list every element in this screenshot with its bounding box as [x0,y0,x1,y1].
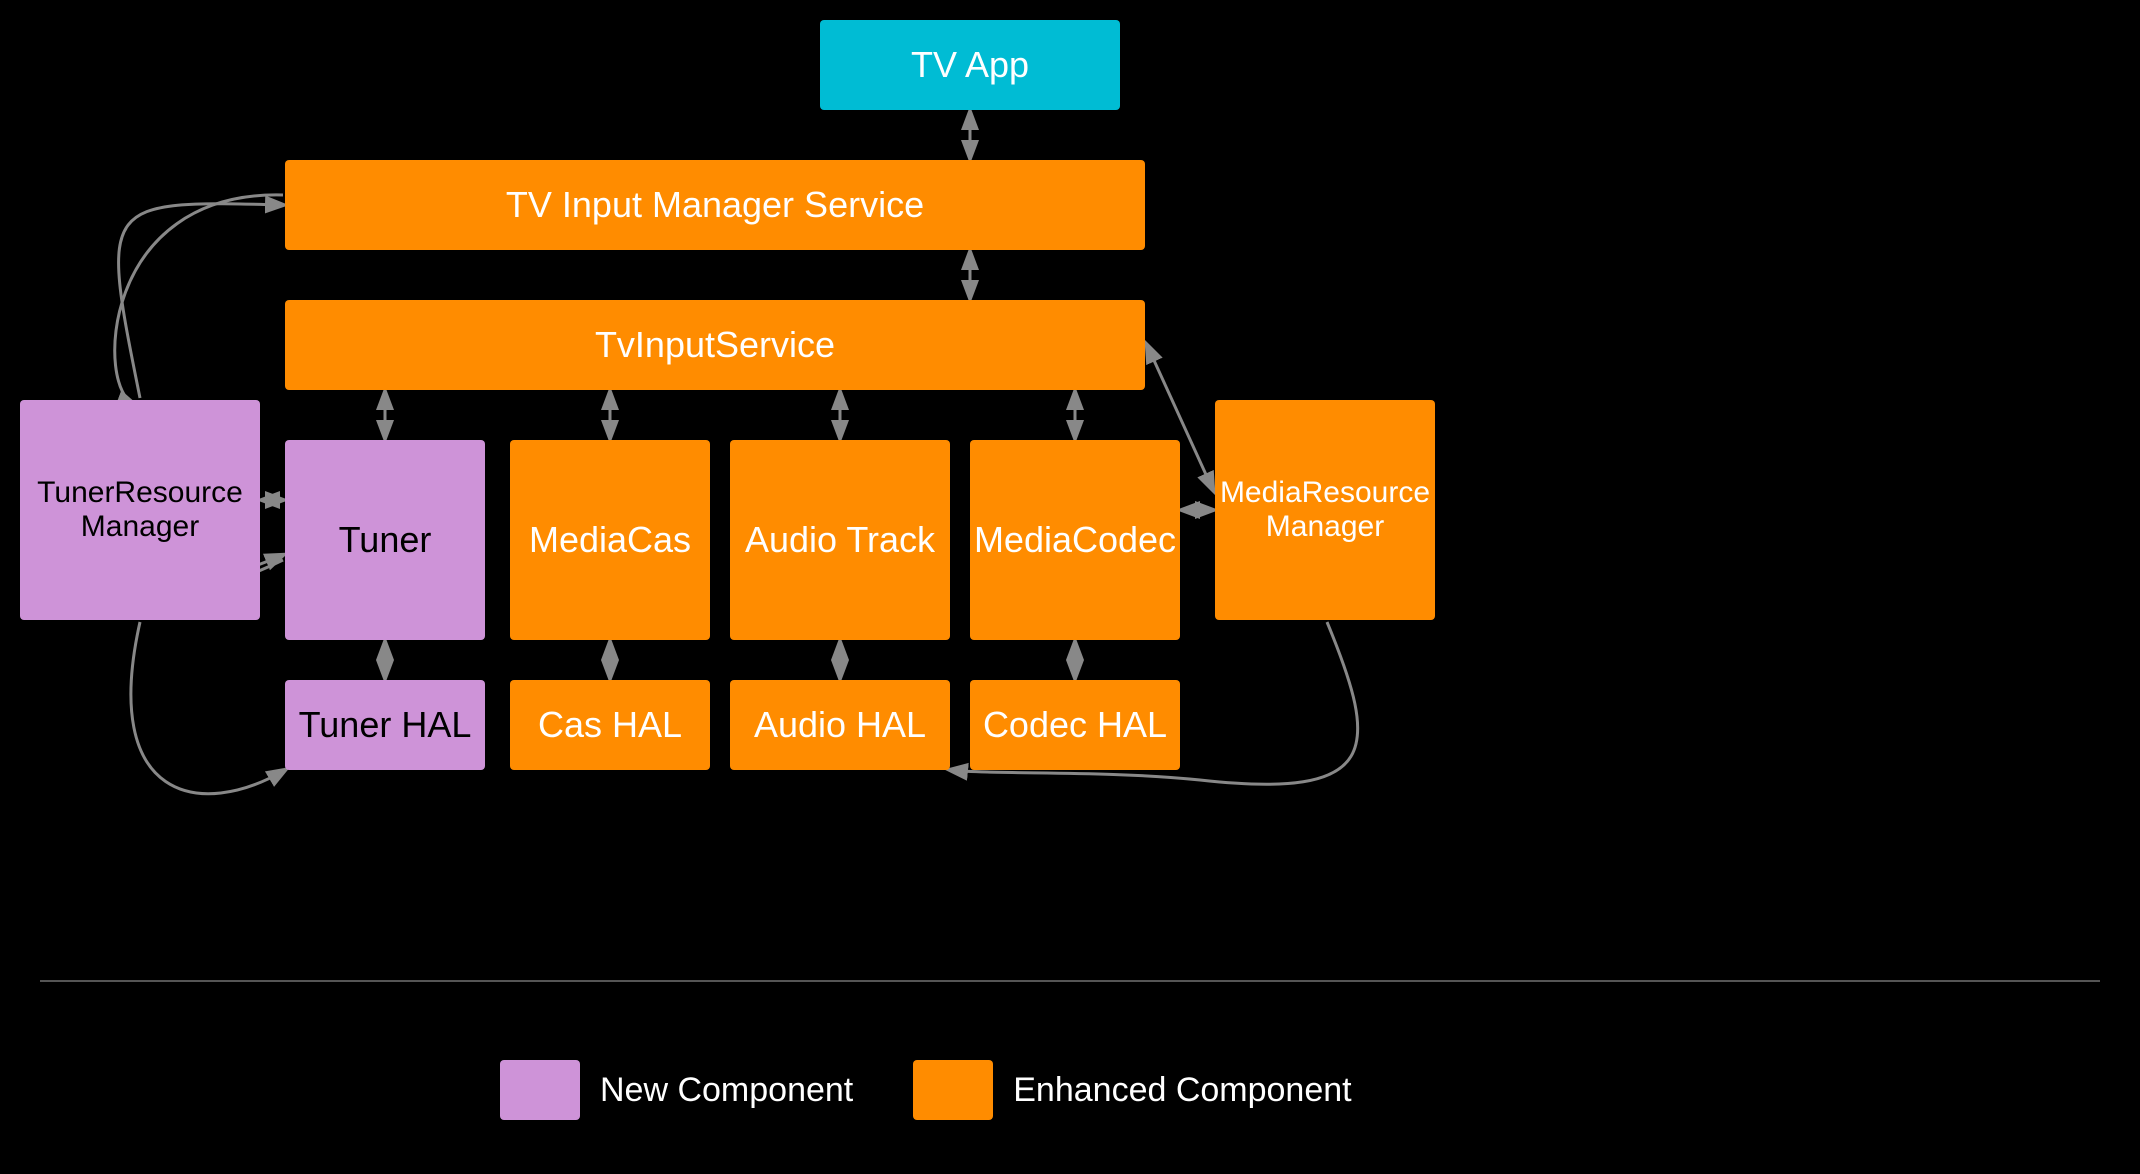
diagram-container: TV App TV Input Manager Service TvInputS… [0,0,2140,1174]
cas-hal-box: Cas HAL [510,680,710,770]
legend-orange-box [913,1060,993,1120]
media-resource-box: MediaResource Manager [1215,400,1435,620]
audio-track-box: Audio Track [730,440,950,640]
legend-enhanced-component: Enhanced Component [913,1060,1351,1120]
media-codec-box: MediaCodec [970,440,1180,640]
legend-enhanced-label: Enhanced Component [1013,1071,1351,1110]
tv-input-service-box: TvInputService [285,300,1145,390]
legend-purple-box [500,1060,580,1120]
tv-input-manager-box: TV Input Manager Service [285,160,1145,250]
legend-new-label: New Component [600,1071,853,1110]
audio-hal-box: Audio HAL [730,680,950,770]
codec-hal-box: Codec HAL [970,680,1180,770]
media-cas-box: MediaCas [510,440,710,640]
section-divider [40,980,2100,982]
tuner-box: Tuner [285,440,485,640]
legend: New Component Enhanced Component [500,1060,1352,1120]
tv-app-box: TV App [820,20,1120,110]
tuner-resource-box: TunerResource Manager [20,400,260,620]
tuner-hal-box: Tuner HAL [285,680,485,770]
legend-new-component: New Component [500,1060,853,1120]
